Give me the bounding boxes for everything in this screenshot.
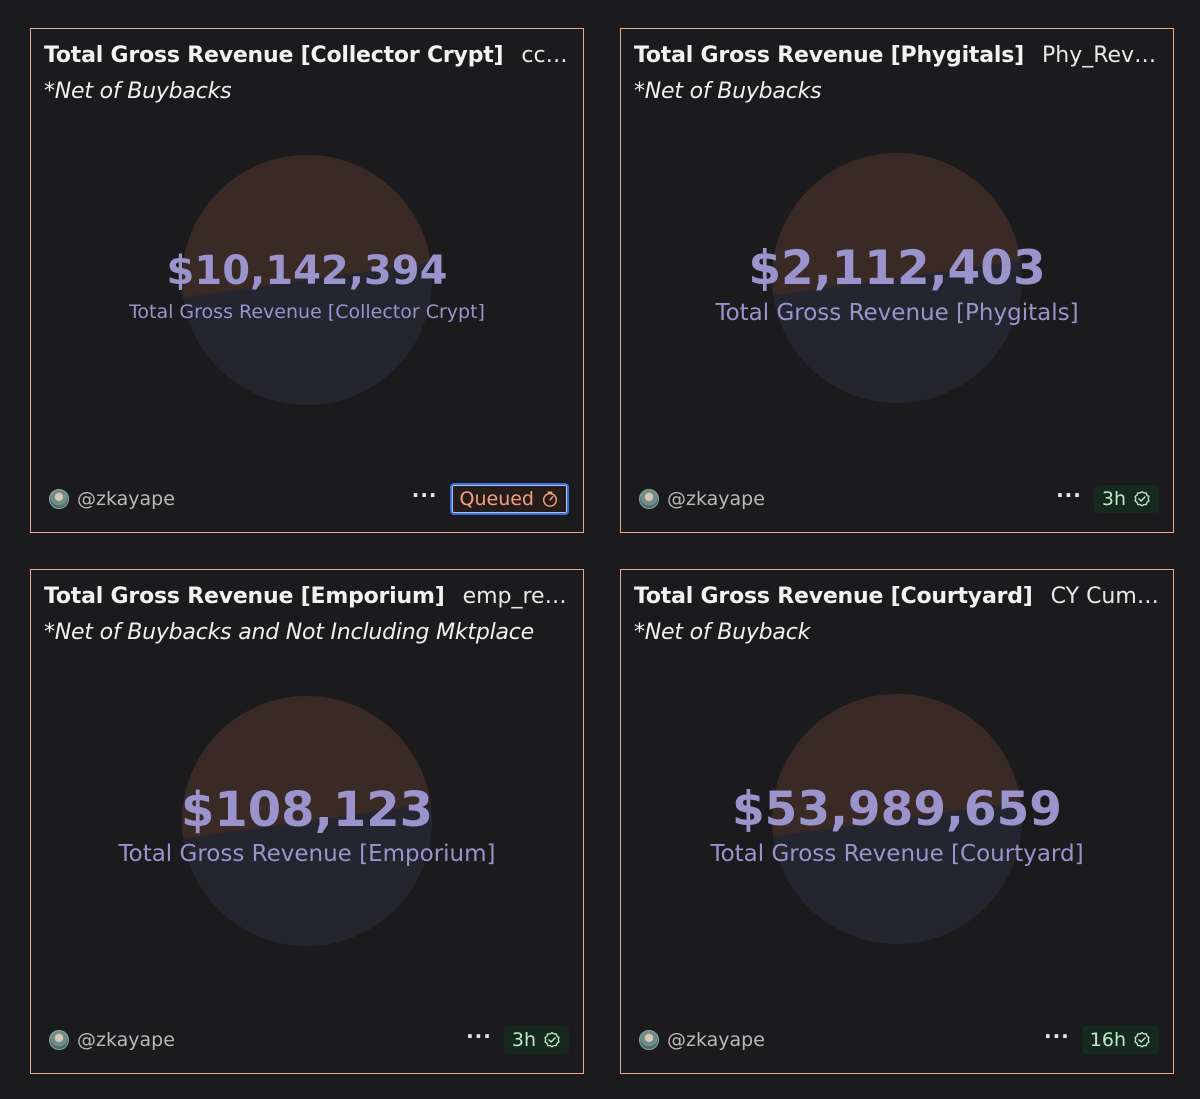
author-handle[interactable]: @zkayape xyxy=(77,1029,175,1051)
avatar[interactable] xyxy=(639,1030,659,1050)
status-label: Queued xyxy=(459,488,534,510)
query-name[interactable]: Phy_Revenue xyxy=(1042,43,1159,68)
query-name[interactable]: emp_rev7d xyxy=(463,584,569,609)
widget-card-emporium[interactable]: Total Gross Revenue [Emporium] emp_rev7d… xyxy=(30,569,584,1074)
counter: $2,112,403 Total Gross Revenue [Phygital… xyxy=(621,245,1173,328)
avatar[interactable] xyxy=(49,489,69,509)
counter-label: Total Gross Revenue [Emporium] xyxy=(118,841,496,867)
status-badge[interactable]: 3h xyxy=(503,1026,569,1054)
status-label: 3h xyxy=(511,1029,536,1051)
widget-footer: @zkayape ··· 3h xyxy=(49,1023,569,1057)
widget-footer: @zkayape ··· Queued xyxy=(49,482,569,516)
widget-header: Total Gross Revenue [Collector Crypt] cc… xyxy=(44,43,569,104)
status-badge[interactable]: Queued xyxy=(449,483,569,515)
more-options-button[interactable]: ··· xyxy=(1056,485,1082,505)
counter-value: $10,142,394 xyxy=(166,248,448,294)
widget-card-courtyard[interactable]: Total Gross Revenue [Courtyard] CY Cum R… xyxy=(620,569,1174,1074)
widget-subtitle: *Net of Buybacks xyxy=(44,79,232,104)
counter-value: $108,123 xyxy=(180,782,434,838)
widget-header: Total Gross Revenue [Phygitals] Phy_Reve… xyxy=(634,43,1159,104)
author-handle[interactable]: @zkayape xyxy=(77,488,175,510)
counter: $53,989,659 Total Gross Revenue [Courtya… xyxy=(621,786,1173,869)
avatar[interactable] xyxy=(639,489,659,509)
counter: $108,123 Total Gross Revenue [Emporium] xyxy=(31,786,583,869)
status-label: 16h xyxy=(1089,1029,1126,1051)
stopwatch-icon xyxy=(542,491,558,507)
widget-header: Total Gross Revenue [Courtyard] CY Cum R… xyxy=(634,584,1159,645)
more-options-button[interactable]: ··· xyxy=(466,1026,492,1046)
more-options-button[interactable]: ··· xyxy=(1044,1026,1070,1046)
author-handle[interactable]: @zkayape xyxy=(667,1029,765,1051)
widget-title[interactable]: Total Gross Revenue [Emporium] xyxy=(44,584,445,609)
counter: $10,142,394 Total Gross Revenue [Collect… xyxy=(31,251,583,324)
avatar[interactable] xyxy=(49,1030,69,1050)
query-name[interactable]: CY Cum Rev xyxy=(1051,584,1159,609)
check-circle-icon xyxy=(544,1031,560,1048)
status-badge[interactable]: 3h xyxy=(1093,485,1159,513)
counter-label: Total Gross Revenue [Phygitals] xyxy=(715,300,1079,326)
widget-subtitle: *Net of Buybacks and Not Including Mktpl… xyxy=(44,620,535,645)
more-options-button[interactable]: ··· xyxy=(412,485,438,505)
author-handle[interactable]: @zkayape xyxy=(667,488,765,510)
widget-title[interactable]: Total Gross Revenue [Phygitals] xyxy=(634,43,1024,68)
widget-card-phygitals[interactable]: Total Gross Revenue [Phygitals] Phy_Reve… xyxy=(620,28,1174,533)
widget-title[interactable]: Total Gross Revenue [Courtyard] xyxy=(634,584,1033,609)
counter-value: $53,989,659 xyxy=(731,782,1063,837)
status-label: 3h xyxy=(1101,488,1126,510)
widget-footer: @zkayape ··· 16h xyxy=(639,1023,1159,1057)
query-name[interactable]: cc_cu... xyxy=(521,43,569,68)
check-circle-icon xyxy=(1134,490,1150,507)
widget-card-collector-crypt[interactable]: Total Gross Revenue [Collector Crypt] cc… xyxy=(30,28,584,533)
counter-label: Total Gross Revenue [Courtyard] xyxy=(710,841,1084,867)
counter-value: $2,112,403 xyxy=(748,241,1046,296)
widget-header: Total Gross Revenue [Emporium] emp_rev7d… xyxy=(44,584,569,645)
status-badge[interactable]: 16h xyxy=(1081,1026,1159,1054)
widget-title[interactable]: Total Gross Revenue [Collector Crypt] xyxy=(44,43,504,68)
widget-subtitle: *Net of Buybacks xyxy=(634,79,822,104)
widget-subtitle: *Net of Buyback xyxy=(634,620,811,645)
check-circle-icon xyxy=(1134,1031,1150,1048)
widget-footer: @zkayape ··· 3h xyxy=(639,482,1159,516)
counter-label: Total Gross Revenue [Collector Crypt] xyxy=(129,301,485,323)
